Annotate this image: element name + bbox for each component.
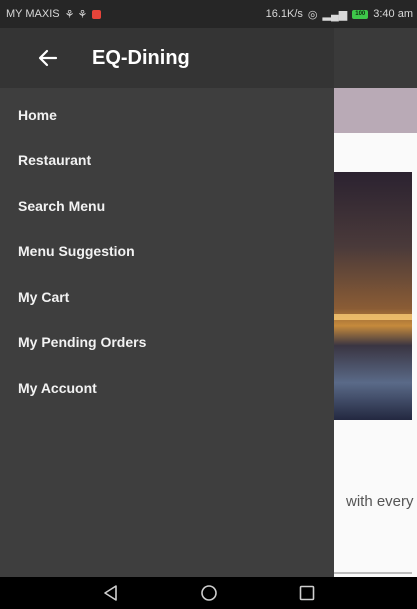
- app-title: EQ-Dining: [92, 46, 190, 69]
- clock: 3:40 am: [373, 8, 413, 20]
- menu-item-search-menu[interactable]: Search Menu: [0, 183, 334, 229]
- arrow-left-icon: [38, 49, 58, 67]
- system-navigation-bar: [0, 577, 417, 609]
- drawer-header: EQ-Dining: [0, 28, 334, 88]
- menu-item-menu-suggestion[interactable]: Menu Suggestion: [0, 229, 334, 275]
- menu-item-home[interactable]: Home: [0, 92, 334, 138]
- carrier-label: MY MAXIS: [6, 8, 60, 20]
- recents-square-icon: [299, 585, 314, 601]
- menu-item-restaurant[interactable]: Restaurant: [0, 138, 334, 184]
- record-icon: [92, 9, 102, 19]
- menu-item-label: My Cart: [18, 288, 70, 305]
- battery-icon: 100: [352, 9, 369, 19]
- menu-item-my-pending-orders[interactable]: My Pending Orders: [0, 320, 334, 366]
- nav-home-button[interactable]: [194, 581, 224, 605]
- wifi-icon: ◎: [307, 8, 318, 21]
- menu-item-label: Menu Suggestion: [18, 243, 135, 260]
- status-right: 16.1K/s ◎ ▂▄▆ 100 3:40 am: [266, 8, 413, 21]
- menu-item-my-cart[interactable]: My Cart: [0, 274, 334, 320]
- navigation-drawer: EQ-Dining Home Restaurant Search Menu Me…: [0, 28, 334, 600]
- carrier-icons: ⚘ ⚘: [64, 8, 88, 21]
- background-snippet-text: with every: [346, 493, 414, 510]
- background-banner-image: [334, 172, 412, 420]
- back-button[interactable]: [32, 42, 64, 74]
- menu-item-label: Search Menu: [18, 197, 106, 214]
- menu-item-my-account[interactable]: My Accuont: [0, 365, 334, 411]
- background-divider: [334, 572, 412, 574]
- back-triangle-icon: [103, 585, 117, 601]
- menu-item-label: My Accuont: [18, 379, 97, 396]
- drawer-menu: Home Restaurant Search Menu Menu Suggest…: [0, 92, 334, 411]
- home-circle-icon: [200, 585, 217, 601]
- menu-item-label: My Pending Orders: [18, 334, 147, 351]
- network-speed: 16.1K/s: [265, 8, 303, 20]
- status-left: MY MAXIS ⚘ ⚘: [6, 8, 102, 21]
- nav-back-button[interactable]: [96, 581, 126, 605]
- menu-item-label: Home: [18, 106, 57, 123]
- status-bar: MY MAXIS ⚘ ⚘ 16.1K/s ◎ ▂▄▆ 100 3:40 am: [0, 0, 417, 28]
- signal-icon: ▂▄▆: [322, 8, 348, 21]
- nav-recents-button[interactable]: [292, 581, 322, 605]
- menu-item-label: Restaurant: [18, 152, 92, 169]
